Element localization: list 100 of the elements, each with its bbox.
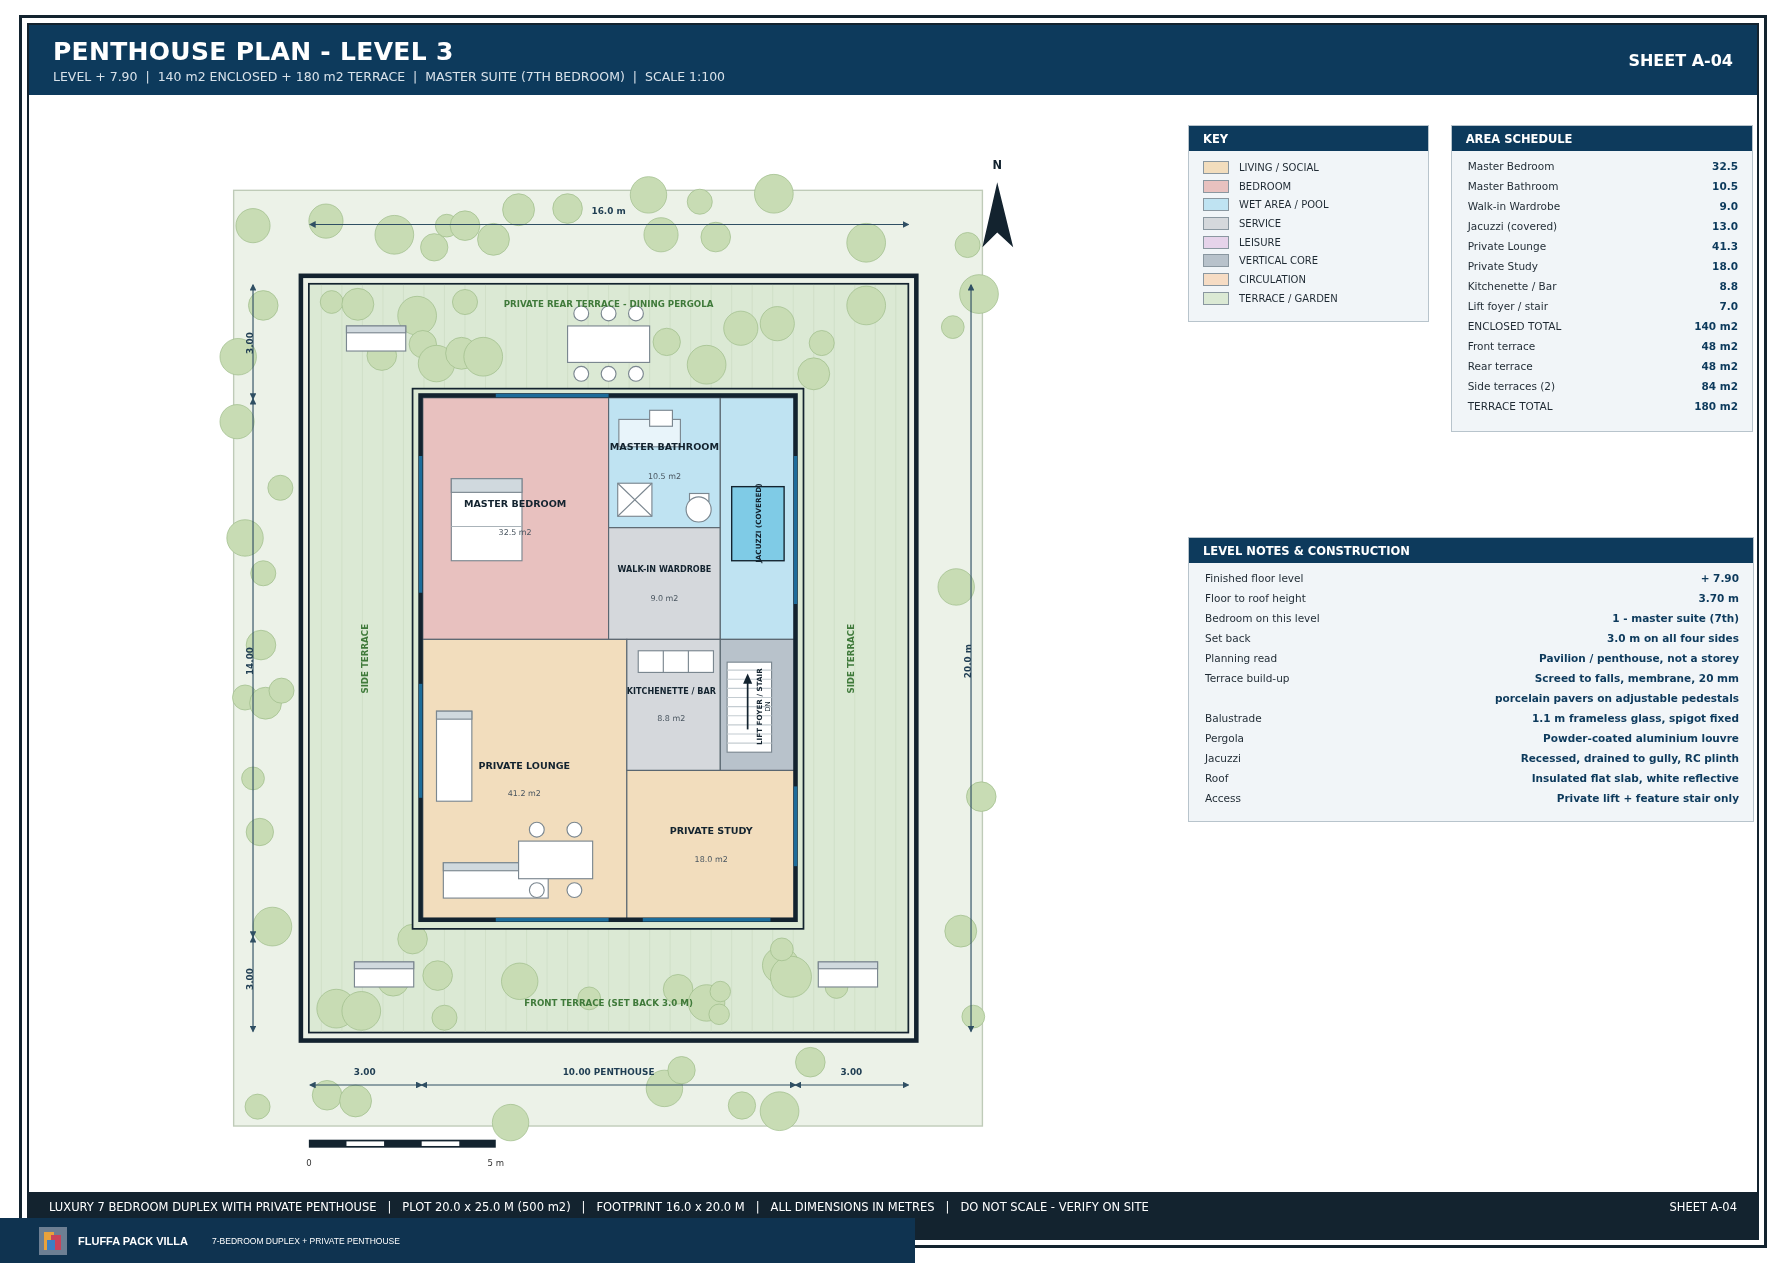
tree-icon <box>686 188 713 215</box>
dimension-label: 3.00 <box>840 1066 863 1077</box>
sofa-icon <box>435 710 473 802</box>
row-value: 41.3 <box>1712 240 1738 252</box>
tree-icon <box>492 1104 530 1142</box>
tree-icon <box>966 781 997 812</box>
room-label: LIFT FOYER / STAIR <box>755 668 765 745</box>
tree-icon <box>808 330 835 356</box>
row-label: Lift foyer / stair <box>1467 300 1548 312</box>
tree-icon <box>629 176 668 214</box>
brand-name: FLUFFA PACK VILLA <box>78 1234 188 1247</box>
row-value: Screed to falls, membrane, 20 mm <box>1534 672 1739 684</box>
row-label: Private Lounge <box>1467 240 1547 252</box>
tree-icon <box>723 310 759 346</box>
tree-icon <box>552 193 583 224</box>
tree-icon <box>449 210 481 241</box>
north-arrow-icon <box>982 182 1014 248</box>
room-label: PRIVATE STUDY <box>669 825 753 837</box>
row-label: Pergola <box>1205 732 1244 744</box>
tree-icon <box>235 208 271 244</box>
footer-text: LUXURY 7 BEDROOM DUPLEX WITH PRIVATE PENTHOUSE | PLOT 20.0 x 25.0 M (500 m2) | FOOTPRINT 16.0 x 20.0 M | ALL DIMENSIONS IN METRES | DO NOT SCALE - VERIFY ON SITE <box>49 1200 1149 1216</box>
tree-icon <box>267 474 294 501</box>
row-label: Walk-in Wardrobe <box>1467 200 1561 212</box>
row-value: 9.0 <box>1719 200 1738 212</box>
tree-icon <box>397 923 428 955</box>
row-label: Roof <box>1205 772 1229 784</box>
tree-icon <box>662 974 694 1005</box>
tree-icon <box>250 560 277 587</box>
tree-icon <box>268 677 295 704</box>
dimension-label: 14.00 <box>245 647 255 676</box>
row-value: + 7.90 <box>1700 572 1739 584</box>
tree-icon <box>944 914 978 948</box>
lounger-icon <box>345 325 407 352</box>
row-label: ENCLOSED TOTAL <box>1467 320 1562 332</box>
panel-title: LEVEL NOTES & CONSTRUCTION <box>1189 538 1753 563</box>
tree-icon <box>954 232 981 258</box>
row-value: 10.5 <box>1712 180 1738 192</box>
tree-icon <box>477 223 510 256</box>
row-label: Master Bathroom <box>1467 180 1559 192</box>
tree-icon <box>961 1004 986 1029</box>
tree-icon <box>727 1091 756 1120</box>
tree-icon <box>452 289 478 315</box>
dimension-label: 3.00 <box>353 1066 376 1077</box>
stair-icon <box>726 661 773 753</box>
tree-icon <box>795 1047 826 1078</box>
row-label: Master Bedroom <box>1467 160 1555 172</box>
tree-icon <box>846 223 886 263</box>
logo-icon <box>38 1225 68 1256</box>
row-label: Private Study <box>1467 260 1538 272</box>
tree-icon <box>797 357 831 391</box>
tree-icon <box>244 1093 271 1120</box>
terrace-label: SIDE TERRACE <box>360 623 371 694</box>
terrace-label: FRONT TERRACE (SET BACK 3.0 M) <box>524 998 693 1009</box>
row-value: 3.0 m on all four sides <box>1607 632 1739 644</box>
tree-icon <box>311 1080 343 1111</box>
row-label: Jacuzzi (covered) <box>1467 220 1558 232</box>
room-label: PRIVATE LOUNGE <box>478 760 571 772</box>
row-value: 3.70 m <box>1698 592 1739 604</box>
row-label: Floor to roof height <box>1205 592 1306 604</box>
terrace-label: SIDE TERRACE <box>845 623 856 694</box>
row-label: Front terrace <box>1467 340 1536 352</box>
tree-icon <box>431 1004 458 1031</box>
legend-label: BEDROOM <box>1239 180 1292 192</box>
tree-icon <box>754 174 794 214</box>
tree-icon <box>339 1084 372 1118</box>
dimension-label: 20.0 m <box>963 643 973 679</box>
scale-label: 0 <box>306 1157 312 1168</box>
row-value: 32.5 <box>1712 160 1738 172</box>
legend-label: LEISURE <box>1239 236 1281 248</box>
dimension-label: 3.00 <box>245 968 255 990</box>
shower-icon <box>617 482 653 517</box>
room-label: MASTER BEDROOM <box>463 498 567 510</box>
sheet-number: SHEET A-04 <box>1669 1200 1737 1216</box>
lounger-icon <box>353 961 415 988</box>
tree-icon <box>420 233 449 262</box>
tree-icon <box>308 203 344 239</box>
row-label: Kitchenette / Bar <box>1467 280 1557 292</box>
tree-icon <box>937 568 975 606</box>
panel-title: AREA SCHEDULE <box>1451 126 1752 151</box>
tree-icon <box>700 221 731 253</box>
legend-label: SERVICE <box>1239 217 1282 229</box>
row-value: 1.1 m frameless glass, spigot fixed <box>1532 712 1739 724</box>
tree-icon <box>652 327 681 356</box>
tree-icon <box>226 519 264 557</box>
north-label: N <box>992 157 1002 172</box>
tree-icon <box>759 1091 800 1131</box>
row-value: Recessed, drained to gully, RC plinth <box>1520 752 1739 764</box>
row-label: Terrace build-up <box>1205 672 1290 684</box>
legend-label: VERTICAL CORE <box>1239 255 1319 267</box>
dimension-label: 16.0 m <box>591 206 626 217</box>
tree-icon <box>245 817 274 846</box>
tree-icon <box>667 1056 696 1085</box>
row-label: Finished floor level <box>1205 572 1304 584</box>
row-value: 140 m2 <box>1694 320 1738 332</box>
sheet-subtitle: LEVEL + 7.90 | 140 m2 ENCLOSED + 180 m2 TERRACE | MASTER SUITE (7TH BEDROOM) | SCALE 1:100 <box>53 68 726 84</box>
table-icon <box>518 821 594 899</box>
tree-icon <box>241 766 265 791</box>
row-value: 1 - master suite (7th) <box>1612 612 1739 624</box>
toilet-icon <box>685 492 712 523</box>
row-label: Rear terrace <box>1467 360 1533 372</box>
